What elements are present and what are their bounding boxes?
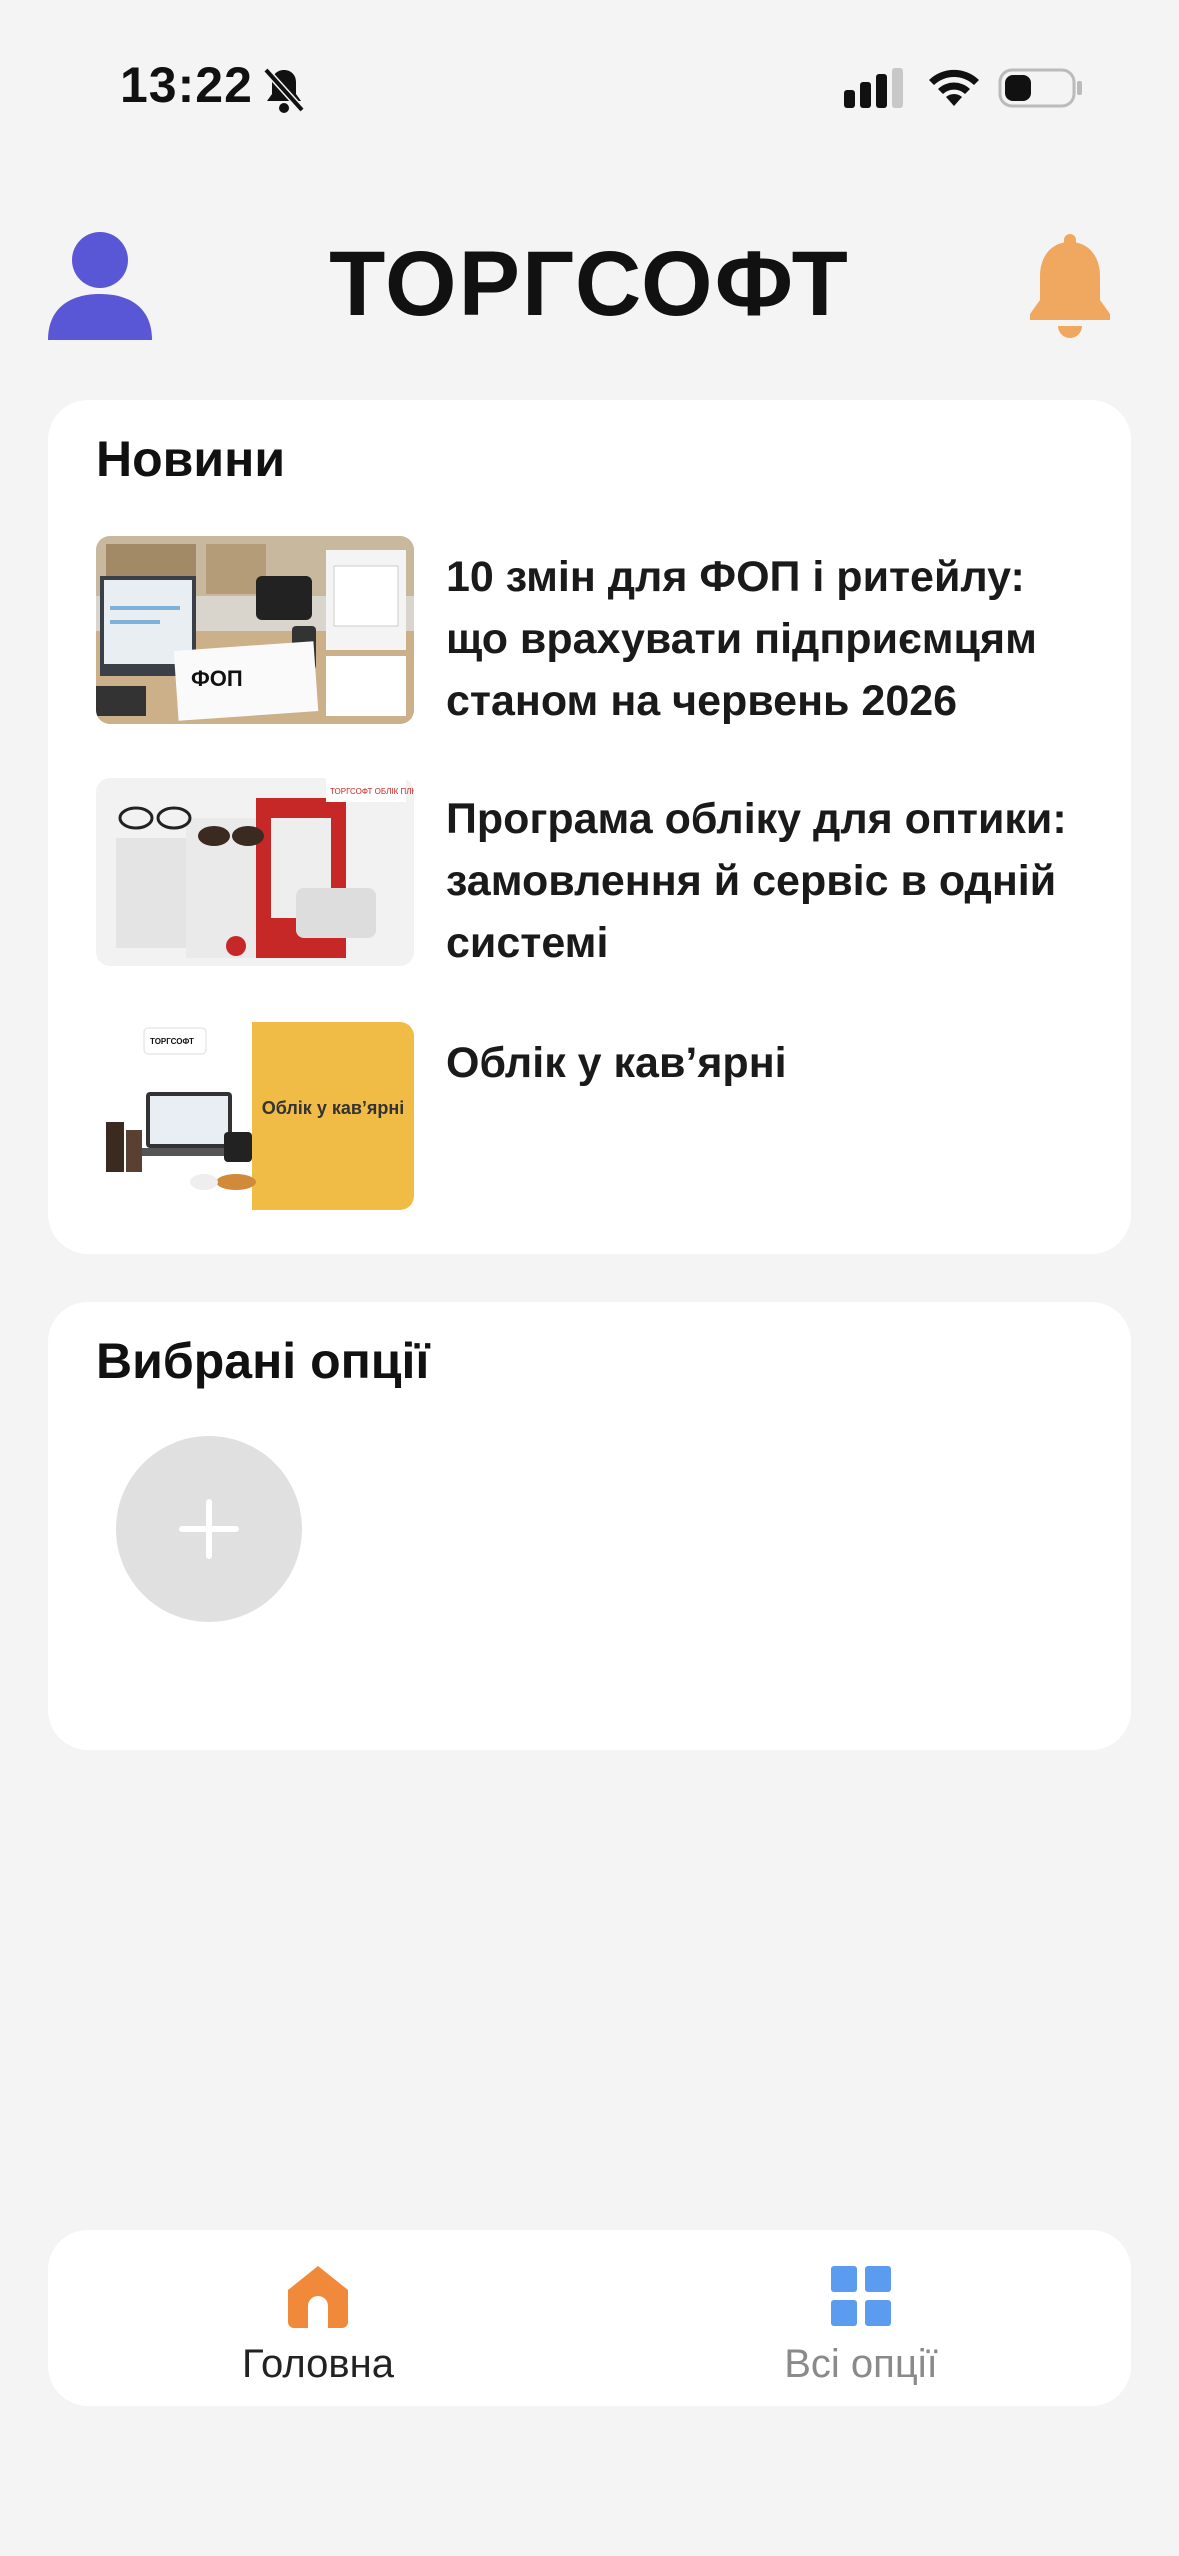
bell-muted-icon	[263, 67, 305, 113]
news-card: Новини ФОП 10 змін для ФОП і ритейлу: що…	[48, 400, 1131, 1254]
tab-all-options-label: Всі опції	[784, 2342, 938, 2386]
news-thumbnail-optics: ТОРГСОФТ ОБЛІК ПЛЮС	[96, 778, 414, 966]
news-item-title: 10 змін для ФОП і ритейлу: що врахувати …	[446, 553, 1037, 725]
tab-home-label: Головна	[242, 2342, 394, 2386]
tab-all-options[interactable]: Всі опції	[711, 2252, 1011, 2392]
home-icon	[288, 2266, 348, 2328]
thumb-label: ФОП	[191, 666, 243, 691]
news-item[interactable]: ТОРГСОФТ ОБЛІК ПЛЮС Програма обліку для …	[96, 778, 1096, 968]
news-item-title: Програма обліку для оптики: замовлення й…	[446, 795, 1067, 967]
grid-icon	[831, 2266, 891, 2326]
thumb-label: ТОРГСОФТ ОБЛІК ПЛЮС	[330, 787, 414, 796]
status-time: 13:22	[120, 57, 253, 113]
favorites-card: Вибрані опції	[48, 1302, 1131, 1750]
notifications-bell-icon[interactable]	[1028, 234, 1112, 338]
news-item[interactable]: ФОП 10 змін для ФОП і ритейлу: що врахув…	[96, 536, 1096, 726]
add-favorite-button[interactable]	[116, 1436, 302, 1622]
news-item-title: Облік у кав’ярні	[446, 1039, 787, 1087]
bottom-navigation: Головна Всі опції	[48, 2230, 1131, 2406]
cellular-signal-icon	[844, 68, 903, 108]
thumb-label: Облік у кав’ярні	[262, 1098, 405, 1118]
status-bar: 13:22	[0, 0, 1179, 170]
news-thumbnail-fop: ФОП	[96, 536, 414, 724]
news-item[interactable]: Облік у кав’ярні ТОРГСОФТ Облік у кав’яр…	[96, 1022, 1096, 1212]
app-title: ТОРГСОФТ	[329, 233, 850, 335]
thumb-brand: ТОРГСОФТ	[150, 1037, 194, 1046]
tab-home[interactable]: Головна	[168, 2252, 468, 2392]
app-header: ТОРГСОФТ	[0, 210, 1179, 360]
news-title: Новини	[96, 431, 286, 487]
wifi-icon	[929, 69, 979, 106]
favorites-title: Вибрані опції	[96, 1333, 430, 1389]
battery-icon	[998, 68, 1082, 108]
news-thumbnail-cafe: Облік у кав’ярні ТОРГСОФТ	[96, 1022, 414, 1210]
